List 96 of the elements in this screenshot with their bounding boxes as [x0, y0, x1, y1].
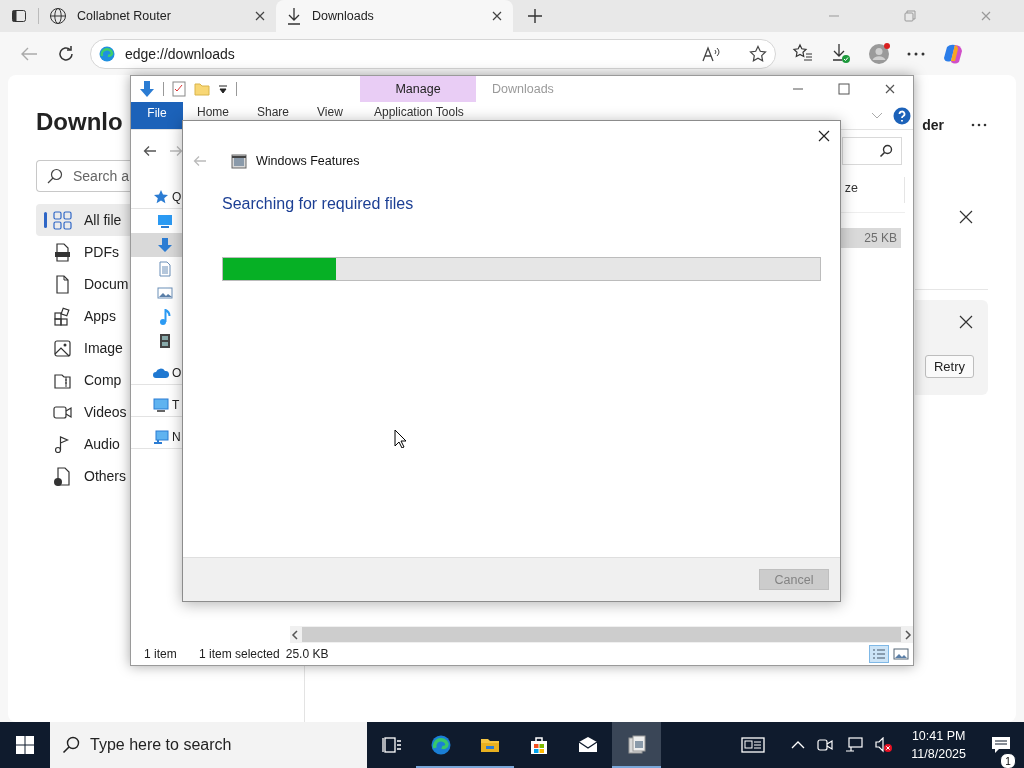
page-title: Downlo: [36, 108, 123, 136]
close-icon[interactable]: [254, 10, 266, 22]
music-note-icon: [157, 309, 173, 325]
context-tab-header: Manage: [360, 76, 476, 102]
download-icon: [286, 7, 302, 25]
news-icon[interactable]: [741, 736, 766, 754]
close-icon[interactable]: [817, 129, 831, 143]
category-item[interactable]: Videos: [36, 396, 130, 428]
apps-icon: [53, 306, 72, 326]
dropdown-icon[interactable]: [218, 84, 228, 94]
search-icon: [62, 736, 80, 754]
ribbon-tab[interactable]: View: [303, 102, 357, 119]
star-icon[interactable]: [749, 44, 767, 63]
close-icon[interactable]: [884, 83, 896, 95]
status-text: 1 item selected: [199, 647, 280, 661]
monitor-icon: [157, 213, 173, 229]
download-icon[interactable]: [830, 42, 852, 65]
clock[interactable]: 10:41 PM 11/8/2025: [899, 727, 978, 763]
dialog-title: Windows Features: [256, 154, 360, 168]
network-icon[interactable]: [845, 737, 864, 753]
features-window-icon: [231, 153, 247, 169]
column-header[interactable]: ze: [844, 177, 905, 203]
download-arrow-icon[interactable]: [139, 80, 155, 98]
thumbnail-view-icon[interactable]: [893, 647, 909, 661]
search-icon: [47, 168, 63, 184]
maximize-icon[interactable]: [838, 83, 850, 95]
ribbon-tab[interactable]: Application Tools: [360, 102, 478, 119]
browser-logo-icon: [99, 45, 115, 62]
avatar-icon[interactable]: [867, 42, 890, 65]
help-icon[interactable]: [893, 106, 911, 125]
taskbar-button[interactable]: [612, 722, 661, 768]
close-icon[interactable]: [958, 314, 974, 330]
features-window-icon: [626, 735, 647, 755]
horizontal-scrollbar[interactable]: [290, 626, 913, 643]
taskbar-search-field[interactable]: Type here to search: [50, 722, 367, 768]
file-row[interactable]: 25 KB: [840, 228, 901, 248]
open-folder-link[interactable]: der: [922, 117, 944, 133]
search-icon: [879, 143, 893, 158]
windows-logo-icon: [16, 736, 34, 754]
browser-logo-icon: [430, 735, 451, 755]
browser-tab[interactable]: Downloads: [276, 0, 513, 32]
notification-icon[interactable]: [991, 736, 1011, 754]
close-icon[interactable]: [491, 10, 503, 22]
category-item[interactable]: Image: [36, 332, 130, 364]
network-icon: [153, 428, 169, 445]
checklist-icon[interactable]: [172, 81, 186, 97]
category-item[interactable]: Comp: [36, 364, 130, 396]
grid-icon: [53, 210, 72, 230]
copilot-icon[interactable]: [941, 42, 964, 65]
envelope-icon: [577, 735, 598, 755]
unknown-file-icon: [53, 466, 72, 486]
status-text: 1 item: [144, 647, 178, 661]
search-field[interactable]: Search a: [36, 160, 130, 192]
image-icon: [157, 285, 173, 301]
file-menu-button[interactable]: File: [131, 102, 183, 129]
download-arrow-icon: [157, 237, 173, 253]
category-item[interactable]: Docum: [36, 268, 130, 300]
read-aloud-icon[interactable]: [701, 44, 721, 63]
film-icon: [157, 333, 173, 349]
category-item[interactable]: Audio: [36, 428, 130, 460]
globe-icon: [49, 7, 67, 25]
shopping-bag-icon: [528, 735, 549, 755]
window-title: Downloads: [492, 82, 554, 96]
computer-icon: [153, 396, 169, 413]
star-icon: [153, 188, 169, 205]
document-icon: [157, 261, 173, 277]
forward-icon[interactable]: [169, 144, 183, 157]
notification-badge: 1: [1000, 753, 1016, 768]
ribbon-tab[interactable]: Share: [243, 102, 304, 119]
category-item[interactable]: Others: [36, 460, 130, 492]
show-hidden-icons-icon[interactable]: [791, 740, 806, 750]
more-icon[interactable]: [970, 122, 988, 128]
status-message: Searching for required files: [222, 195, 415, 213]
category-item[interactable]: PDFs: [36, 236, 130, 268]
back-icon[interactable]: [143, 144, 157, 157]
retry-button[interactable]: Retry: [924, 355, 974, 378]
category-item[interactable]: All file: [36, 204, 130, 236]
file-size: 25 KB: [864, 231, 897, 245]
ribbon-tab[interactable]: Home: [183, 102, 243, 119]
image-icon: [53, 338, 72, 358]
new-tab-icon[interactable]: [527, 8, 543, 24]
task-view-icon: [381, 735, 402, 755]
tab-actions-icon[interactable]: [11, 8, 27, 24]
cursor-icon: [394, 429, 406, 448]
scroll-right-icon[interactable]: [903, 629, 913, 640]
volume-muted-icon[interactable]: [875, 737, 894, 753]
close-icon[interactable]: [958, 209, 974, 225]
address-bar[interactable]: edge://downloads: [90, 38, 776, 69]
scroll-left-icon[interactable]: [290, 629, 300, 640]
status-text: 25.0 KB: [285, 647, 329, 661]
refresh-icon[interactable]: [56, 44, 75, 63]
document-icon: [53, 274, 72, 294]
category-item[interactable]: Apps: [36, 300, 130, 332]
camera-icon[interactable]: [817, 737, 834, 753]
browser-tab[interactable]: Collabnet Router: [39, 0, 276, 32]
search-field[interactable]: [842, 136, 902, 165]
